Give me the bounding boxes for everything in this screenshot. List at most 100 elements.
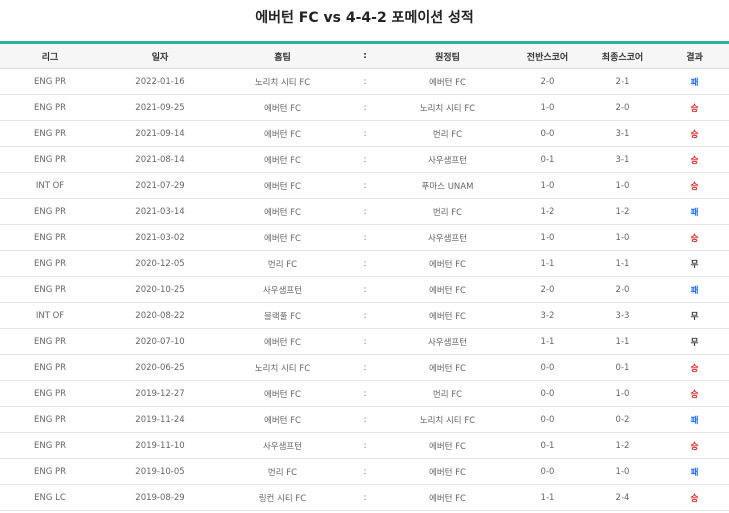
cell-league: ENG PR: [0, 276, 100, 303]
cell-home-team: 에버턴 FC: [220, 198, 345, 225]
cell-final-score: 1-0: [585, 380, 660, 407]
cell-league: ENG PR: [0, 458, 100, 485]
cell-final-score: 3-1: [585, 146, 660, 173]
cell-home-team: 에버턴 FC: [220, 406, 345, 433]
cell-away-team: 에버턴 FC: [385, 302, 510, 329]
cell-result: 승: [660, 120, 729, 147]
header-result: 결과: [660, 42, 729, 69]
cell-separator: :: [345, 380, 385, 407]
cell-away-team: 푸마스 UNAM: [385, 172, 510, 199]
cell-final-score: 2-0: [585, 276, 660, 303]
cell-result: 무: [660, 250, 729, 277]
cell-away-team: 에버턴 FC: [385, 458, 510, 485]
cell-separator: :: [345, 328, 385, 355]
cell-separator: :: [345, 406, 385, 433]
cell-result: 패: [660, 198, 729, 225]
cell-home-team: 에버턴 FC: [220, 146, 345, 173]
cell-half-score: 0-0: [510, 458, 585, 485]
cell-separator: :: [345, 484, 385, 511]
cell-half-score: 2-0: [510, 276, 585, 303]
cell-half-score: 3-2: [510, 302, 585, 329]
cell-home-team: 에버턴 FC: [220, 224, 345, 251]
cell-result: 승: [660, 380, 729, 407]
cell-home-team: 노리치 시티 FC: [220, 354, 345, 381]
cell-final-score: 0-2: [585, 406, 660, 433]
table-row: ENG PR 2021-09-14 에버턴 FC: 번리 FC 0-0 3-1 승: [0, 120, 729, 147]
cell-result: 승: [660, 484, 729, 511]
cell-final-score: 2-1: [585, 68, 660, 95]
cell-home-team: 사우샘프턴: [220, 432, 345, 459]
cell-date: 2020-08-22: [100, 302, 220, 329]
cell-final-score: 1-1: [585, 328, 660, 355]
header-row: 리그 일자 홈팀 : 원정팀 전반스코어 최종스코어 결과: [0, 42, 729, 69]
cell-half-score: 0-1: [510, 432, 585, 459]
cell-league: ENG PR: [0, 68, 100, 95]
cell-date: 2021-03-14: [100, 198, 220, 225]
cell-league: ENG LC: [0, 484, 100, 511]
cell-result: 승: [660, 224, 729, 251]
table-row: ENG PR 2020-06-25 노리치 시티 FC: 에버턴 FC 0-0 0-1 승: [0, 354, 729, 381]
header-away-team: 원정팀: [385, 42, 510, 69]
cell-date: 2021-07-29: [100, 172, 220, 199]
cell-result: 패: [660, 276, 729, 303]
cell-home-team: 에버턴 FC: [220, 328, 345, 355]
cell-half-score: 1-1: [510, 328, 585, 355]
cell-final-score: 1-0: [585, 458, 660, 485]
cell-away-team: 노리치 시티 FC: [385, 406, 510, 433]
cell-result: 승: [660, 354, 729, 381]
cell-final-score: 1-1: [585, 250, 660, 277]
cell-separator: :: [345, 302, 385, 329]
cell-date: 2022-01-16: [100, 68, 220, 95]
cell-half-score: 2-0: [510, 68, 585, 95]
cell-away-team: 에버턴 FC: [385, 68, 510, 95]
cell-half-score: 1-1: [510, 484, 585, 511]
cell-date: 2019-08-29: [100, 484, 220, 511]
cell-home-team: 사우샘프턴: [220, 276, 345, 303]
cell-home-team: 노리치 시티 FC: [220, 68, 345, 95]
cell-league: ENG PR: [0, 328, 100, 355]
header-home-team: 홈팀: [220, 42, 345, 69]
cell-separator: :: [345, 172, 385, 199]
cell-result: 패: [660, 458, 729, 485]
table-row: ENG PR 2021-03-02 에버턴 FC: 사우샘프턴 1-0 1-0 승: [0, 224, 729, 251]
cell-away-team: 번리 FC: [385, 120, 510, 147]
table-row: INT OF 2020-08-22 블랙풀 FC: 에버턴 FC 3-2 3-3 무: [0, 302, 729, 329]
table-header: 리그 일자 홈팀 : 원정팀 전반스코어 최종스코어 결과: [0, 42, 729, 69]
cell-result: 승: [660, 146, 729, 173]
cell-league: ENG PR: [0, 380, 100, 407]
cell-away-team: 번리 FC: [385, 198, 510, 225]
page-title: 에버턴 FC vs 4-4-2 포메이션 성적: [255, 10, 474, 26]
table-body: ENG PR 2022-01-16 노리치 시티 FC: 에버턴 FC 2-0 2-1 패 E…: [0, 68, 729, 511]
cell-date: 2020-07-10: [100, 328, 220, 355]
cell-date: 2019-11-24: [100, 406, 220, 433]
cell-final-score: 2-0: [585, 94, 660, 121]
cell-league: INT OF: [0, 302, 100, 329]
match-results-table: 리그 일자 홈팀 : 원정팀 전반스코어 최종스코어 결과 ENG PR 2022…: [0, 41, 729, 511]
cell-date: 2020-10-25: [100, 276, 220, 303]
cell-league: ENG PR: [0, 198, 100, 225]
cell-date: 2019-12-27: [100, 380, 220, 407]
table-row: ENG PR 2019-12-27 에버턴 FC: 번리 FC 0-0 1-0 승: [0, 380, 729, 407]
cell-separator: :: [345, 224, 385, 251]
cell-league: ENG PR: [0, 224, 100, 251]
cell-half-score: 0-0: [510, 380, 585, 407]
table-row: ENG PR 2020-10-25 사우샘프턴: 에버턴 FC 2-0 2-0 패: [0, 276, 729, 303]
cell-half-score: 1-1: [510, 250, 585, 277]
cell-away-team: 에버턴 FC: [385, 354, 510, 381]
cell-result: 무: [660, 328, 729, 355]
cell-half-score: 1-0: [510, 224, 585, 251]
table-row: ENG PR 2020-07-10 에버턴 FC: 사우샘프턴 1-1 1-1 무: [0, 328, 729, 355]
cell-half-score: 1-2: [510, 198, 585, 225]
cell-date: 2021-03-02: [100, 224, 220, 251]
cell-home-team: 에버턴 FC: [220, 380, 345, 407]
cell-date: 2020-12-05: [100, 250, 220, 277]
cell-separator: :: [345, 120, 385, 147]
cell-home-team: 번리 FC: [220, 458, 345, 485]
table-row: ENG PR 2021-03-14 에버턴 FC: 번리 FC 1-2 1-2 패: [0, 198, 729, 225]
table-row: ENG LC 2019-08-29 링컨 시티 FC: 에버턴 FC 1-1 2-4 승: [0, 484, 729, 511]
cell-half-score: 1-0: [510, 94, 585, 121]
header-league: 리그: [0, 42, 100, 69]
cell-final-score: 1-0: [585, 172, 660, 199]
cell-away-team: 에버턴 FC: [385, 484, 510, 511]
cell-league: ENG PR: [0, 146, 100, 173]
